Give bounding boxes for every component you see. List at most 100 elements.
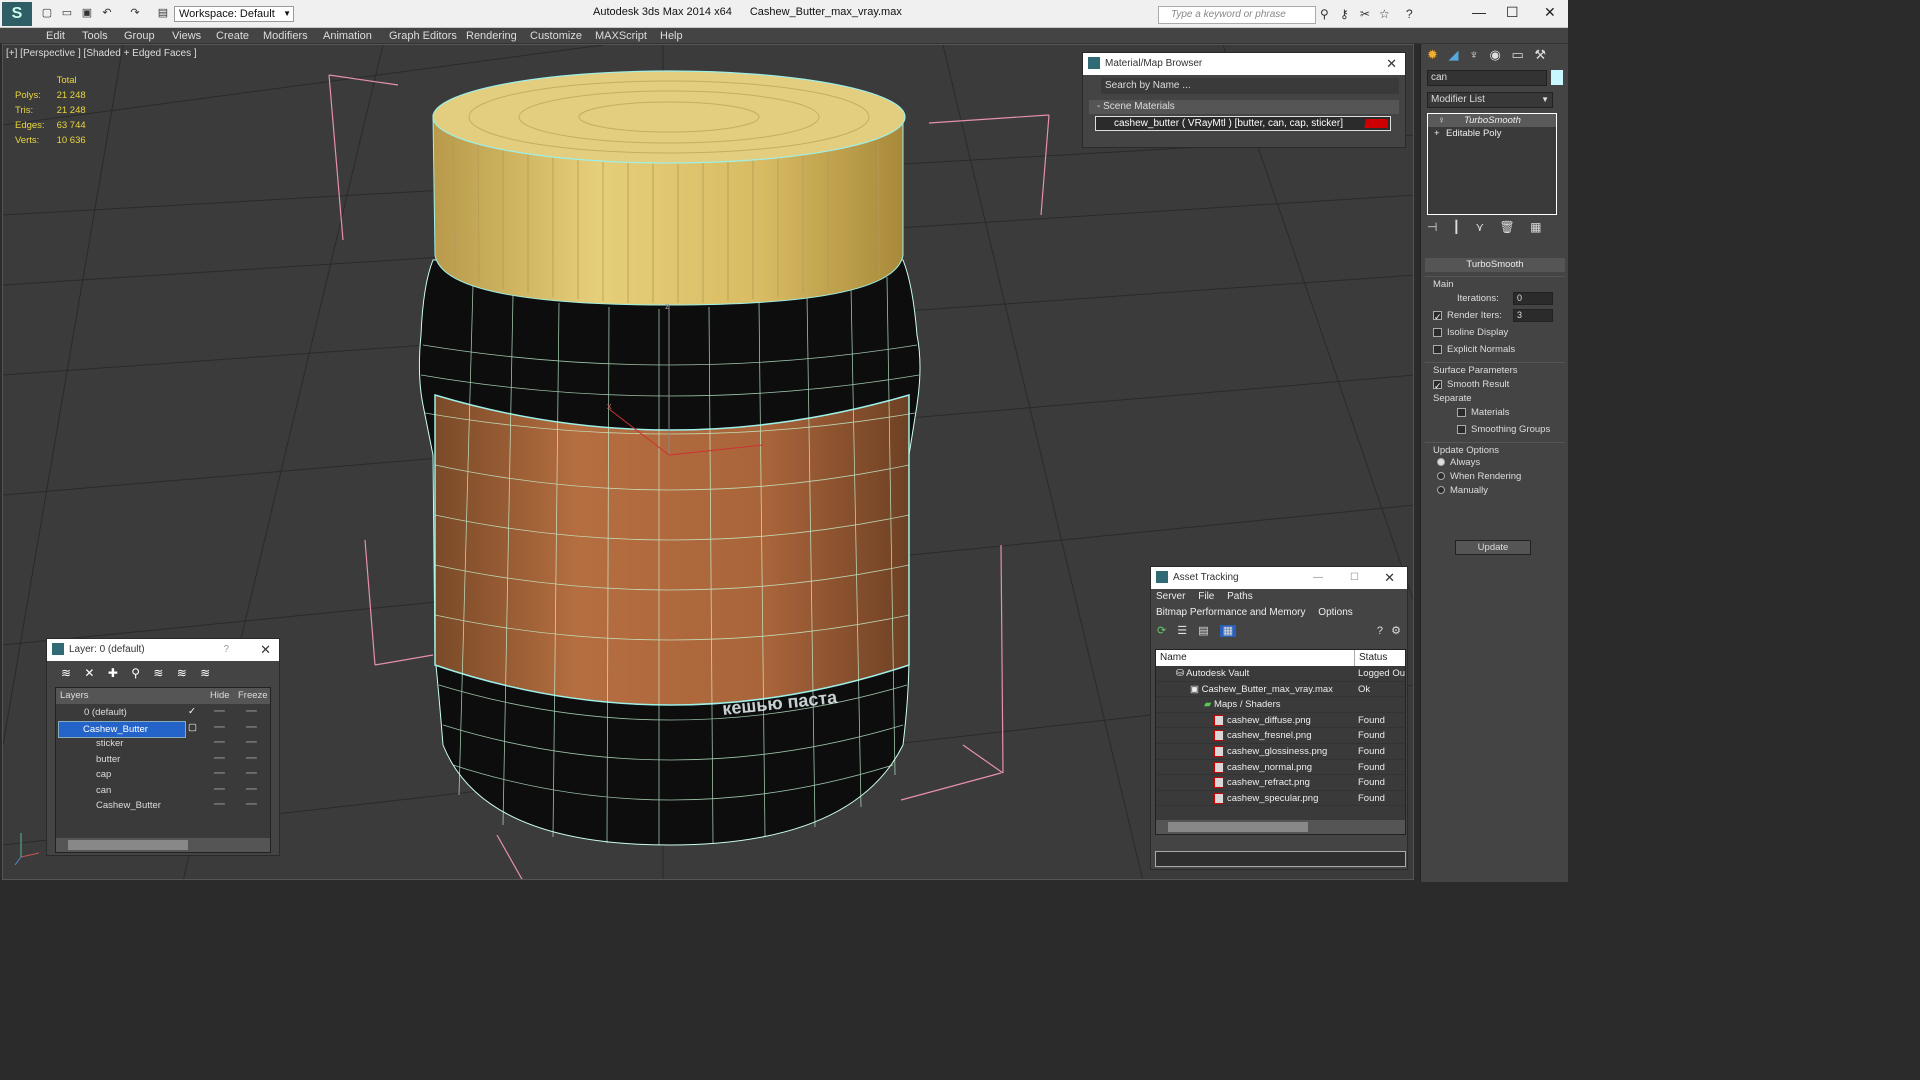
modifier-list-dropdown[interactable]: Modifier List ▼ — [1427, 92, 1553, 108]
menu-help[interactable]: Help — [660, 28, 683, 44]
menu-animation[interactable]: Animation — [323, 28, 372, 44]
binoculars-icon[interactable]: ⚲ — [1320, 7, 1329, 21]
detail-view-icon[interactable]: ▤ — [1198, 625, 1208, 637]
menu-options[interactable]: Options — [1318, 607, 1352, 618]
close-icon[interactable]: ✕ — [1384, 567, 1395, 589]
asset-row[interactable]: cashew_specular.png Found — [1156, 791, 1405, 807]
help-icon[interactable]: ? — [1377, 621, 1383, 641]
smooth-result-checkbox[interactable] — [1433, 378, 1442, 395]
stack-item-turbosmooth[interactable]: ♀ TurboSmooth — [1428, 114, 1556, 127]
horizontal-scrollbar[interactable] — [56, 838, 270, 852]
utilities-tab-icon[interactable]: ⚒ — [1534, 47, 1546, 62]
menu-server[interactable]: Server — [1156, 591, 1185, 602]
menu-rendering[interactable]: Rendering — [466, 28, 517, 44]
layer-row-selected[interactable]: Cashew_Butter ▢ ━━ ━━ — [56, 720, 270, 738]
layer-toggle-icon[interactable]: ▢ — [188, 720, 197, 735]
col-name[interactable]: Name — [1160, 650, 1187, 666]
pin-stack-icon[interactable]: ⊣ — [1427, 220, 1437, 234]
menu-modifiers[interactable]: Modifiers — [263, 28, 308, 44]
menu-views[interactable]: Views — [172, 28, 201, 44]
scrollbar-thumb[interactable] — [68, 840, 188, 850]
app-logo-button[interactable]: S — [2, 2, 32, 26]
render-iters-checkbox[interactable] — [1433, 309, 1442, 326]
menu-graph-editors[interactable]: Graph Editors — [389, 28, 457, 44]
explicit-normals-checkbox[interactable] — [1433, 344, 1442, 354]
asset-path-field[interactable] — [1155, 851, 1406, 867]
layer-titlebar[interactable]: Layer: 0 (default) ? ✕ — [47, 639, 279, 661]
open-file-icon[interactable]: ▭ — [60, 6, 74, 20]
freeze-layers-icon[interactable]: ≋ — [177, 666, 187, 680]
menu-group[interactable]: Group — [124, 28, 155, 44]
close-icon[interactable]: ✕ — [1544, 4, 1556, 21]
select-in-layer-icon[interactable]: ⚲ — [131, 666, 140, 680]
help-icon[interactable]: ? — [1406, 7, 1413, 21]
scrollbar-thumb[interactable] — [1168, 822, 1308, 832]
create-tab-icon[interactable]: ✹ — [1427, 47, 1438, 62]
material-search-input[interactable]: Search by Name ... — [1101, 78, 1399, 94]
help-icon[interactable]: ? — [223, 639, 229, 661]
minimize-icon[interactable]: — — [1472, 4, 1486, 20]
menu-file[interactable]: File — [1198, 591, 1214, 602]
layer-row[interactable]: can ━━ ━━ — [56, 782, 270, 798]
table-view-icon[interactable]: ▦ — [1219, 625, 1237, 637]
col-layers[interactable]: Layers — [60, 688, 89, 704]
show-end-result-icon[interactable]: ┃ — [1453, 220, 1460, 234]
configure-modifier-sets-icon[interactable]: ▦ — [1530, 220, 1541, 234]
project-folder-icon[interactable]: ▤ — [156, 6, 170, 20]
asset-row[interactable]: cashew_diffuse.png Found — [1156, 713, 1405, 729]
save-file-icon[interactable]: ▣ — [80, 6, 94, 20]
add-layer-icon[interactable]: ✚ — [108, 666, 118, 680]
always-radio[interactable] — [1437, 458, 1445, 467]
key-icon[interactable]: ⚷ — [1340, 7, 1349, 21]
remove-modifier-icon[interactable]: 🗑 — [1500, 220, 1515, 234]
viewport-label[interactable]: [+] [Perspective ] [Shaded + Edged Faces… — [6, 48, 197, 59]
menu-paths[interactable]: Paths — [1227, 591, 1253, 602]
asset-row[interactable]: cashew_refract.png Found — [1156, 775, 1405, 791]
layer-manager-icon[interactable]: ≋ — [61, 666, 71, 680]
isoline-checkbox[interactable] — [1433, 327, 1442, 337]
material-browser-titlebar[interactable]: Material/Map Browser ✕ — [1083, 53, 1405, 75]
make-unique-icon[interactable]: ⋎ — [1475, 220, 1484, 234]
workspace-selector[interactable]: Workspace: Default ▼ — [174, 6, 294, 22]
asset-row[interactable]: cashew_normal.png Found — [1156, 760, 1405, 776]
close-icon[interactable]: ✕ — [1386, 53, 1397, 75]
menu-create[interactable]: Create — [216, 28, 249, 44]
maximize-icon[interactable]: ☐ — [1506, 4, 1519, 21]
hierarchy-tab-icon[interactable]: ♆ — [1469, 47, 1479, 62]
when-rendering-radio[interactable] — [1437, 472, 1445, 481]
layer-row[interactable]: 0 (default) ✓ ━━ ━━ — [56, 704, 270, 720]
settings-icon[interactable]: ⚙ — [1391, 621, 1401, 641]
col-status[interactable]: Status — [1354, 650, 1387, 666]
manually-radio[interactable] — [1437, 486, 1445, 495]
menu-customize[interactable]: Customize — [530, 28, 582, 44]
scene-materials-section[interactable]: - Scene Materials — [1089, 100, 1399, 114]
layer-row[interactable]: cap ━━ ━━ — [56, 766, 270, 782]
favorite-star-icon[interactable]: ☆ — [1379, 7, 1390, 21]
asset-row[interactable]: cashew_fresnel.png Found — [1156, 728, 1405, 744]
asset-row[interactable]: ▰ Maps / Shaders — [1156, 697, 1405, 713]
jar-cap[interactable] — [432, 70, 906, 306]
menu-bitmap-performance[interactable]: Bitmap Performance and Memory — [1156, 607, 1306, 618]
material-entry[interactable]: cashew_butter ( VRayMtl ) [butter, can, … — [1095, 116, 1391, 131]
hide-layers-icon[interactable]: ≋ — [153, 666, 163, 680]
tools-icon[interactable]: ✂ — [1360, 7, 1370, 21]
delete-layer-icon[interactable]: ✕ — [84, 666, 94, 680]
undo-icon[interactable]: ↶ — [100, 6, 114, 20]
layer-row[interactable]: butter ━━ ━━ — [56, 751, 270, 767]
cashew-butter-jar[interactable]: кешью паста — [418, 259, 921, 846]
col-freeze[interactable]: Freeze — [238, 688, 268, 704]
redo-icon[interactable]: ↷ — [128, 6, 142, 20]
new-file-icon[interactable]: ▢ — [40, 6, 54, 20]
menu-edit[interactable]: Edit — [46, 28, 65, 44]
refresh-icon[interactable]: ⟳ — [1157, 625, 1166, 637]
menu-tools[interactable]: Tools — [82, 28, 108, 44]
materials-checkbox[interactable] — [1457, 407, 1466, 417]
keyword-search-input[interactable]: Type a keyword or phrase — [1158, 6, 1316, 24]
expand-icon[interactable]: + — [1434, 127, 1440, 140]
smoothing-groups-checkbox[interactable] — [1457, 424, 1466, 434]
maximize-icon[interactable]: ☐ — [1350, 567, 1359, 589]
update-button[interactable]: Update — [1455, 540, 1531, 555]
asset-row[interactable]: ▣ Cashew_Butter_max_vray.max Ok — [1156, 682, 1405, 698]
horizontal-scrollbar[interactable] — [1156, 820, 1405, 834]
list-view-icon[interactable]: ☰ — [1177, 625, 1187, 637]
